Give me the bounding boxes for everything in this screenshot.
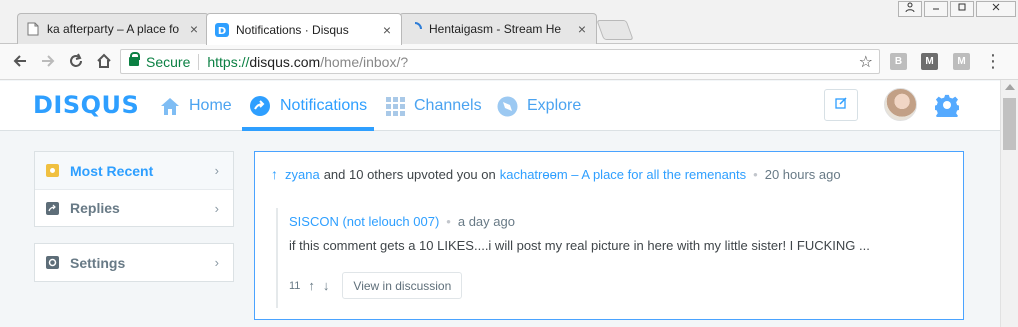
compose-button[interactable] [824, 89, 858, 121]
star-icon [46, 164, 59, 177]
url-scheme: https:// [207, 53, 250, 70]
inbox-filter-menu: Most Recent › Replies › [34, 151, 234, 227]
grid-icon [386, 96, 405, 116]
notification-text: and 10 others upvoted you on [323, 166, 496, 182]
chevron-right-icon: › [214, 163, 219, 178]
tab-close-icon[interactable]: × [576, 21, 588, 37]
tab-close-icon[interactable]: × [381, 22, 393, 38]
svg-text:D: D [218, 26, 226, 37]
extension-m-icon[interactable]: M [921, 53, 938, 70]
secure-indicator[interactable]: Secure [129, 52, 191, 70]
new-tab-button[interactable] [596, 20, 634, 40]
compass-icon [497, 96, 518, 117]
notification-arrow-icon [249, 95, 271, 117]
tab-close-icon[interactable]: × [188, 21, 200, 37]
bookmark-star-icon[interactable]: ☆ [859, 52, 873, 72]
sidebar-item-replies[interactable]: Replies › [35, 189, 233, 226]
comment-meta: SISCON (not lelouch 007) • a day ago [289, 212, 950, 230]
gear-icon[interactable] [934, 93, 960, 122]
separator-dot: • [446, 213, 451, 229]
extension-m2-icon[interactable]: M [953, 53, 970, 70]
home-icon [160, 97, 180, 116]
home-icon[interactable] [93, 50, 115, 72]
divider [198, 53, 200, 70]
browser-toolbar: Secure https:// disqus.com /home/inbox/?… [0, 44, 1018, 80]
sidebar-item-label: Most Recent [70, 162, 154, 179]
nav-channels-label: Channels [414, 97, 482, 114]
page-icon [26, 22, 40, 36]
disqus-icon: D [215, 22, 229, 37]
tab-notifications-disqus[interactable]: D Notifications · Disqus × [206, 13, 402, 45]
url-host: disqus.com [249, 53, 321, 70]
gear-icon [46, 256, 59, 269]
extension-b-icon[interactable]: B [890, 53, 907, 70]
close-icon[interactable] [976, 1, 1016, 17]
url-path: /home/inbox/? [320, 53, 409, 70]
tab-ka-afterparty[interactable]: ka afterparty – A place fo × [17, 13, 209, 44]
reload-icon[interactable] [65, 50, 87, 72]
notification-time[interactable]: 20 hours ago [765, 167, 841, 182]
address-bar[interactable]: Secure https:// disqus.com /home/inbox/?… [120, 49, 880, 74]
active-nav-indicator [242, 127, 374, 131]
person-icon[interactable] [898, 1, 922, 17]
browser-tabstrip: ka afterparty – A place fo × D Notificat… [0, 0, 1018, 45]
upvote-icon[interactable]: ↑ [308, 278, 315, 293]
tab-title: Notifications · Disqus [236, 22, 349, 37]
forum-link[interactable]: kachatrɵɵm – A place for all the remenan… [500, 167, 746, 182]
reply-icon [46, 201, 59, 215]
vote-count: 11 [289, 279, 301, 292]
lock-icon [129, 52, 140, 66]
nav-notifications[interactable]: Notifications [249, 95, 367, 117]
separator-dot: • [753, 166, 758, 182]
notification-user-link[interactable]: zyana [285, 167, 320, 182]
upvote-arrow-icon: ↑ [271, 166, 278, 182]
sidebar-item-label: Settings [70, 254, 126, 271]
tab-title: Hentaigasm - Stream He [429, 22, 562, 36]
comment-time[interactable]: a day ago [458, 214, 515, 229]
disqus-header: DISQUS Home Notifications Channels Explo… [0, 81, 1000, 131]
disqus-logo[interactable]: DISQUS [33, 91, 139, 119]
edit-icon [835, 96, 847, 114]
nav-home-label: Home [189, 97, 232, 114]
page-scrollbar[interactable] [1000, 80, 1018, 327]
nav-explore-label: Explore [527, 97, 582, 114]
sidebar-item-label: Replies [70, 200, 120, 216]
notification-header: ↑ zyana and 10 others upvoted you on kac… [271, 166, 841, 182]
tab-title: ka afterparty – A place fo [47, 22, 180, 36]
comment-actions: 11 ↑ ↓ View in discussion [289, 272, 463, 299]
nav-home[interactable]: Home [160, 95, 232, 117]
nav-notifications-label: Notifications [280, 97, 368, 114]
back-arrow-icon[interactable] [9, 50, 31, 72]
settings-menu: Settings › [34, 243, 234, 282]
chevron-right-icon: › [214, 201, 219, 216]
scroll-thumb[interactable] [1003, 98, 1016, 150]
sidebar-item-most-recent[interactable]: Most Recent › [35, 152, 233, 189]
nav-explore[interactable]: Explore [497, 95, 581, 117]
quoted-comment: SISCON (not lelouch 007) • a day ago if … [276, 208, 950, 308]
scroll-up-icon[interactable] [1005, 84, 1015, 90]
view-in-discussion-button[interactable]: View in discussion [342, 272, 463, 299]
browser-menu-icon[interactable]: ⋮ [984, 51, 1002, 71]
window-controls [898, 1, 1016, 17]
comment-author-link[interactable]: SISCON (not lelouch 007) [289, 214, 439, 229]
tab-hentaigasm[interactable]: Hentaigasm - Stream He × [399, 13, 597, 44]
chevron-right-icon: › [214, 255, 219, 270]
minimize-icon[interactable] [924, 1, 948, 17]
forward-arrow-icon[interactable] [37, 50, 59, 72]
notification-card: ↑ zyana and 10 others upvoted you on kac… [254, 151, 964, 320]
comment-body: if this comment gets a 10 LIKES....i wil… [289, 238, 870, 253]
maximize-icon[interactable] [950, 1, 974, 17]
nav-channels[interactable]: Channels [386, 95, 482, 117]
downvote-icon[interactable]: ↓ [323, 278, 330, 293]
secure-label: Secure [146, 53, 191, 70]
user-avatar[interactable] [884, 88, 917, 121]
loading-spinner-icon [408, 22, 422, 36]
sidebar-item-settings[interactable]: Settings › [35, 244, 233, 281]
